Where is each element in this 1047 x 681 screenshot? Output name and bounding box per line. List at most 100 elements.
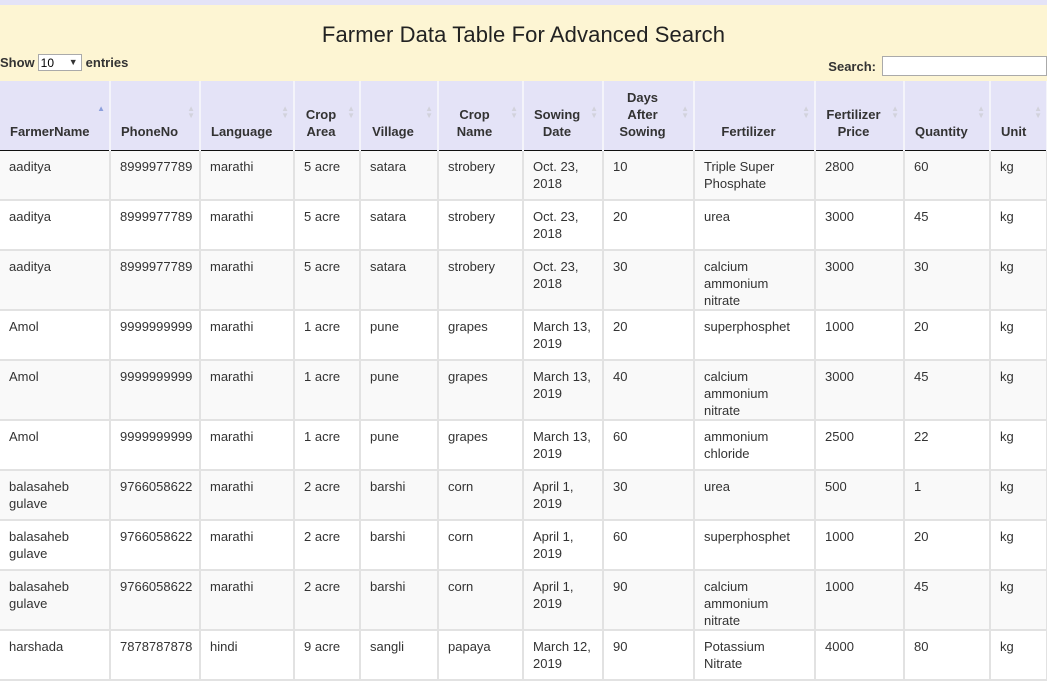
table-body: aaditya 8999977789 marathi 5 acre satara stro… (0, 150, 1047, 681)
sort-icon: ▲ ▼ (425, 104, 433, 120)
table-cell: 20 (603, 310, 695, 361)
table-cell: 1 acre (294, 310, 361, 361)
table-row[interactable]: Amol 9999999999 marathi 1 acre pune grapes Mar… (0, 310, 1047, 361)
entries-length-control: Show 10 ▼ entries (0, 54, 128, 71)
column-header-text: Name (456, 123, 493, 139)
table-cell: 7878787878 (110, 630, 201, 681)
table-cell: 22 (904, 420, 991, 471)
table-cell: strobery (438, 250, 524, 311)
column-header-label: FarmerName (10, 123, 99, 140)
table-cell: 45 (904, 360, 991, 421)
column-header[interactable]: Crop Name ▲ ▼ (438, 81, 524, 151)
column-header-text: After (627, 106, 658, 122)
table-cell: 2500 (815, 420, 905, 471)
column-header-text: Area (306, 123, 336, 139)
column-header-label: Quantity (915, 123, 979, 140)
table-cell: 9766058622 (110, 520, 201, 571)
table-cell: April 1, 2019 (523, 570, 604, 631)
column-header-text: Village (372, 123, 414, 139)
table-row[interactable]: balasaheb gulave 9766058622 marathi 2 acre b… (0, 520, 1047, 571)
table-cell: grapes (438, 360, 524, 421)
table-cell: 9766058622 (110, 570, 201, 631)
table-cell: sangli (360, 630, 439, 681)
table-cell: marathi (200, 150, 295, 201)
table-row[interactable]: aaditya 8999977789 marathi 5 acre satara stro… (0, 200, 1047, 251)
column-header-text: Language (211, 123, 273, 139)
table-row[interactable]: balasaheb gulave 9766058622 marathi 2 acre b… (0, 570, 1047, 631)
table-row[interactable]: balasaheb gulave 9766058622 marathi 2 acre b… (0, 470, 1047, 521)
table-cell: 5 acre (294, 200, 361, 251)
column-header[interactable]: Fertilizer Price ▲ ▼ (815, 81, 905, 151)
table-cell: barshi (360, 570, 439, 631)
column-header-text: Crop (459, 106, 490, 122)
column-header[interactable]: FarmerName ▲ (0, 81, 111, 151)
table-cell: marathi (200, 470, 295, 521)
column-header-label: Crop Name (449, 106, 512, 140)
sort-icon: ▲ ▼ (681, 104, 689, 120)
table-cell: pune (360, 360, 439, 421)
search-input[interactable] (882, 56, 1047, 76)
column-header[interactable]: Fertilizer ▲ ▼ (694, 81, 816, 151)
table-cell: balasaheb gulave (0, 520, 111, 571)
column-header[interactable]: Days After Sowing ▲ ▼ (603, 81, 695, 151)
table-cell: hindi (200, 630, 295, 681)
table-cell: Triple Super Phosphate (694, 150, 816, 201)
column-header-text: Days (626, 89, 659, 105)
table-header: FarmerName ▲ PhoneNo ▲ ▼ Language ▲ ▼ Crop Area ▲ ▼… (0, 81, 1047, 151)
column-header-label: Crop Area (305, 106, 349, 140)
table-cell: 2800 (815, 150, 905, 201)
search-label: Search: (828, 58, 876, 74)
table-cell: 1000 (815, 570, 905, 631)
sort-icon: ▲ ▼ (590, 104, 598, 120)
table-cell: 20 (904, 520, 991, 571)
table-cell: April 1, 2019 (523, 520, 604, 571)
table-cell: 9999999999 (110, 310, 201, 361)
table-row[interactable]: aaditya 8999977789 marathi 5 acre satara stro… (0, 250, 1047, 311)
table-row[interactable]: harshada 7878787878 hindi 9 acre sangli papay… (0, 630, 1047, 681)
table-cell: 9766058622 (110, 470, 201, 521)
table-cell: Potassium Nitrate (694, 630, 816, 681)
column-header[interactable]: Village ▲ ▼ (360, 81, 439, 151)
column-header[interactable]: Language ▲ ▼ (200, 81, 295, 151)
table-cell: superphosphet (694, 520, 816, 571)
column-header-text: Sowing (619, 123, 666, 139)
table-cell: 1 (904, 470, 991, 521)
table-cell: kg (990, 310, 1047, 361)
table-cell: 1 acre (294, 360, 361, 421)
table-cell: pune (360, 310, 439, 361)
column-header[interactable]: Sowing Date ▲ ▼ (523, 81, 604, 151)
table-cell: kg (990, 630, 1047, 681)
table-cell: balasaheb gulave (0, 470, 111, 521)
table-row[interactable]: aaditya 8999977789 marathi 5 acre satara stro… (0, 150, 1047, 201)
table-cell: 500 (815, 470, 905, 521)
column-header[interactable]: Quantity ▲ ▼ (904, 81, 991, 151)
table-cell: 2 acre (294, 570, 361, 631)
table-cell: urea (694, 200, 816, 251)
table-cell: Oct. 23, 2018 (523, 250, 604, 311)
table-cell: 2 acre (294, 470, 361, 521)
table-cell: urea (694, 470, 816, 521)
show-label: Show (0, 55, 35, 70)
table-cell: 90 (603, 570, 695, 631)
sort-icon: ▲ ▼ (891, 104, 899, 120)
table-cell: 1000 (815, 310, 905, 361)
table-cell: 30 (904, 250, 991, 311)
table-cell: Oct. 23, 2018 (523, 200, 604, 251)
table-row[interactable]: Amol 9999999999 marathi 1 acre pune grapes Mar… (0, 420, 1047, 471)
table-cell: 3000 (815, 360, 905, 421)
table-cell: 60 (603, 520, 695, 571)
table-row[interactable]: Amol 9999999999 marathi 1 acre pune grapes Mar… (0, 360, 1047, 421)
column-header[interactable]: PhoneNo ▲ ▼ (110, 81, 201, 151)
table-cell: satara (360, 200, 439, 251)
search-control: Search: (828, 56, 1047, 76)
table-cell: 8999977789 (110, 250, 201, 311)
column-header-label: Language (211, 123, 283, 140)
column-header[interactable]: Unit ▲ ▼ (990, 81, 1047, 151)
table-cell: calcium ammonium nitrate (694, 360, 816, 421)
column-header-label: PhoneNo (121, 123, 189, 140)
column-header-text: Crop (305, 106, 337, 122)
entries-label: entries (85, 55, 129, 70)
table-cell: 80 (904, 630, 991, 681)
entries-select[interactable]: 10 (37, 54, 82, 71)
column-header[interactable]: Crop Area ▲ ▼ (294, 81, 361, 151)
